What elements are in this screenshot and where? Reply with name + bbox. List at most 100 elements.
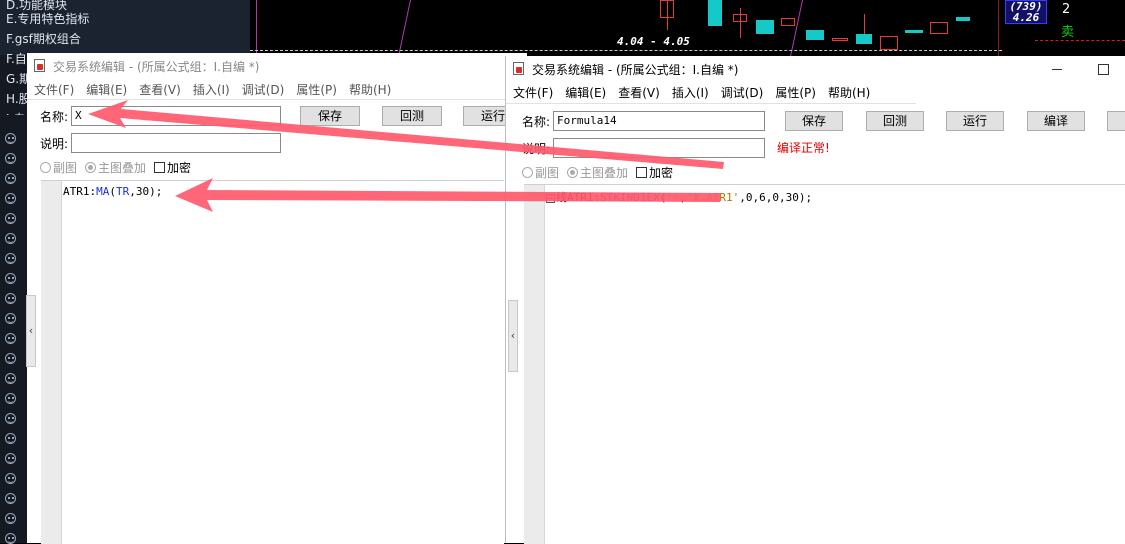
left-menu-item[interactable]: 文件(F)	[29, 81, 81, 98]
right-editor-window: 交易系统编辑 - (所属公式组：I.自编 *) 文件(F) 编辑(E) 查看(V) 插…	[505, 56, 1125, 544]
candle	[832, 38, 848, 41]
right-menu-item[interactable]: 调试(D)	[716, 84, 771, 101]
background-list-item-f2[interactable]: F.自	[6, 50, 27, 67]
smiley-icon[interactable]	[5, 473, 16, 484]
right-splitter-collapse-button[interactable]: ‹	[508, 300, 518, 372]
smiley-icon[interactable]	[5, 433, 16, 444]
smiley-icon[interactable]	[5, 533, 16, 544]
left-code-line[interactable]: ATR1:MA(TR,30);	[63, 185, 162, 198]
left-backtest-button[interactable]: 回测	[382, 106, 442, 126]
candle	[806, 30, 824, 40]
right-menubar: 文件(F) 编辑(E) 查看(V) 插入(I) 调试(D) 属性(P) 帮助(H)	[506, 82, 1125, 102]
left-menubar: 文件(F) 编辑(E) 查看(V) 插入(I) 调试(D) 属性(P) 帮助(H)	[27, 79, 527, 100]
chart-side-number: 2	[1062, 2, 1071, 17]
minimize-button[interactable]	[1034, 56, 1080, 82]
radio-icon	[40, 162, 51, 173]
chart-indicator-line	[397, 0, 411, 57]
left-option-sub-label: 副图	[53, 161, 78, 175]
left-option-encrypt[interactable]: 加密	[154, 159, 191, 176]
candle	[660, 0, 674, 18]
right-backtest-button[interactable]: 回测	[866, 111, 924, 131]
left-option-encrypt-label: 加密	[167, 161, 192, 175]
candle-wick	[740, 8, 741, 38]
chart-axis-line	[998, 0, 999, 58]
left-menu-item[interactable]: 查看(V)	[134, 81, 188, 98]
right-desc-input[interactable]	[553, 138, 766, 158]
right-option-main[interactable]: 主图叠加	[567, 164, 628, 181]
chart-indicator-line	[789, 0, 803, 57]
smiley-icon[interactable]	[5, 453, 16, 464]
chart-side-action: 卖	[1061, 25, 1075, 40]
candle	[905, 30, 923, 33]
right-run-button[interactable]: 运行	[946, 111, 1004, 131]
right-name-input[interactable]: Formula14	[553, 111, 766, 131]
smiley-icon[interactable]	[5, 233, 16, 244]
left-editor-gutter	[41, 181, 62, 544]
smiley-icon[interactable]	[5, 133, 16, 144]
right-menu-item[interactable]: 帮助(H)	[823, 84, 877, 101]
right-extra-button[interactable]	[1107, 111, 1125, 131]
sidebar-icon-column	[0, 115, 26, 544]
chart-price-box-value: 4.26	[1012, 11, 1040, 24]
chart-price-box: (739) 4.26	[1005, 0, 1047, 24]
smiley-icon[interactable]	[5, 273, 16, 284]
smiley-icon[interactable]	[5, 333, 16, 344]
left-menu-item[interactable]: 属性(P)	[291, 81, 344, 98]
maximize-button[interactable]	[1080, 56, 1125, 82]
smiley-icon[interactable]	[5, 173, 16, 184]
right-menu-item[interactable]: 编辑(E)	[560, 84, 613, 101]
left-menu-item[interactable]: 调试(D)	[237, 81, 292, 98]
formula-app-icon	[33, 59, 47, 73]
right-menu-item[interactable]: 文件(F)	[508, 84, 560, 101]
right-code-editor[interactable]: 线ATR1:STKINDIEX('','X.ATR1',0,6,0,30);	[524, 184, 1125, 544]
right-compile-button[interactable]: 编译	[1027, 111, 1085, 131]
left-splitter-collapse-button[interactable]: ‹	[26, 295, 36, 367]
left-menu-item[interactable]: 帮助(H)	[344, 81, 398, 98]
candle	[880, 36, 898, 50]
smiley-icon[interactable]	[5, 193, 16, 204]
right-save-button[interactable]: 保存	[785, 111, 843, 131]
candle	[781, 18, 795, 26]
smiley-icon[interactable]	[5, 293, 16, 304]
right-menu-item[interactable]: 属性(P)	[770, 84, 823, 101]
left-option-sub[interactable]: 副图	[40, 159, 77, 176]
left-name-input[interactable]: X	[71, 106, 282, 126]
checkbox-icon	[154, 162, 166, 173]
smiley-icon[interactable]	[5, 353, 16, 364]
smiley-icon[interactable]	[5, 513, 16, 524]
right-titlebar[interactable]: 交易系统编辑 - (所属公式组：I.自编 *)	[506, 56, 1125, 82]
right-option-encrypt[interactable]: 加密	[636, 164, 673, 181]
left-option-main[interactable]: 主图叠加	[85, 159, 146, 176]
left-titlebar[interactable]: 交易系统编辑 - (所属公式组：I.自编 *)	[27, 53, 527, 79]
right-desc-label: 说明:	[522, 141, 551, 156]
smiley-icon[interactable]	[5, 493, 16, 504]
smiley-icon[interactable]	[5, 213, 16, 224]
right-menubar-divider	[506, 103, 916, 104]
fold-collapse-icon[interactable]	[546, 193, 555, 203]
left-window-title: 交易系统编辑 - (所属公式组：I.自编 *)	[53, 59, 260, 74]
maximize-icon	[1097, 63, 1109, 75]
right-option-sub[interactable]: 副图	[522, 164, 559, 181]
chart-range-label: 4.04 - 4.05	[617, 35, 690, 48]
left-code-editor[interactable]: ATR1:MA(TR,30);	[41, 180, 504, 544]
candle	[930, 22, 948, 34]
right-window-title: 交易系统编辑 - (所属公式组：I.自编 *)	[532, 62, 739, 77]
smiley-icon[interactable]	[5, 253, 16, 264]
smiley-icon[interactable]	[5, 413, 16, 424]
right-menu-item[interactable]: 插入(I)	[667, 84, 716, 101]
smiley-icon[interactable]	[5, 373, 16, 384]
right-code-line[interactable]: 线ATR1:STKINDIEX('','X.ATR1',0,6,0,30);	[546, 189, 812, 205]
left-save-button[interactable]: 保存	[300, 106, 360, 126]
chart-dashed-line	[1035, 40, 1125, 42]
right-menu-item[interactable]: 查看(V)	[613, 84, 667, 101]
background-list-item-e[interactable]: E.专用特色指标	[6, 10, 89, 27]
background-list-item-f[interactable]: F.gsf期权组合	[6, 30, 81, 47]
left-menu-item[interactable]: 插入(I)	[188, 81, 237, 98]
left-desc-input[interactable]	[71, 133, 282, 153]
left-option-main-label: 主图叠加	[98, 161, 147, 175]
candle	[956, 17, 970, 21]
left-menu-item[interactable]: 编辑(E)	[81, 81, 134, 98]
smiley-icon[interactable]	[5, 153, 16, 164]
smiley-icon[interactable]	[5, 393, 16, 404]
smiley-icon[interactable]	[5, 313, 16, 324]
